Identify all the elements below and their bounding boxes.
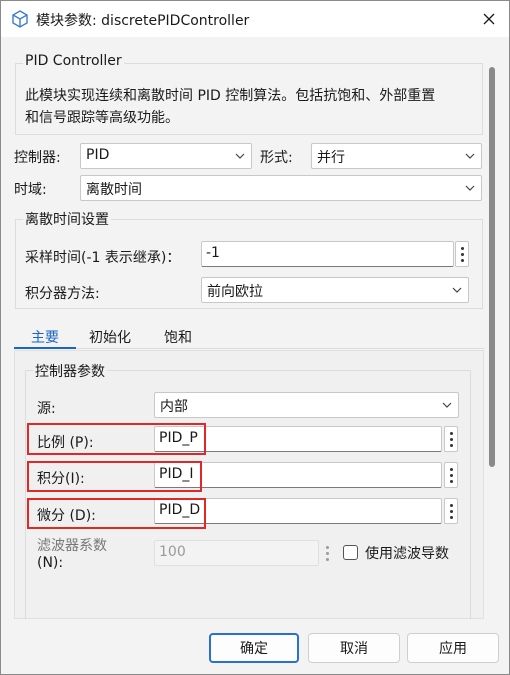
window-title: 模块参数: discretePIDController	[36, 13, 250, 29]
dialog-content: PID Controller 此模块实现连续和离散时间 PID 控制算法。包括抗…	[1, 37, 509, 619]
ok-button[interactable]: 确定	[209, 633, 299, 663]
sample-time-more-button[interactable]	[455, 241, 469, 267]
description-line-1: 此模块实现连续和离散时间 PID 控制算法。包括抗饱和、外部重置	[25, 88, 436, 104]
chevron-down-icon	[465, 185, 475, 191]
integrator-method-select[interactable]: 前向欧拉	[201, 277, 469, 303]
form-value: 并行	[317, 150, 345, 166]
source-value: 内部	[160, 399, 188, 415]
controller-params-legend: 控制器参数	[33, 361, 107, 381]
chevron-down-icon	[452, 287, 462, 293]
title-bar: 模块参数: discretePIDController	[1, 1, 509, 37]
integral-more-button[interactable]	[444, 462, 458, 488]
block-parameters-dialog: 模块参数: discretePIDController PID Controll…	[0, 0, 510, 675]
dialog-footer: 确定 取消 应用	[1, 619, 509, 674]
filter-coefficient-more-button[interactable]	[320, 540, 334, 566]
vertical-scrollbar[interactable]	[489, 67, 495, 467]
chevron-down-icon	[465, 153, 475, 159]
active-tab-indicator	[14, 347, 76, 349]
tab-initialization[interactable]: 初始化	[89, 327, 131, 347]
description-line-2: 和信号跟踪等高级功能。	[25, 110, 179, 126]
close-icon	[483, 13, 495, 25]
cube-icon	[12, 10, 28, 28]
discrete-settings-legend: 离散时间设置	[23, 209, 111, 229]
time-domain-label: 时域:	[14, 182, 47, 198]
proportional-highlight-box	[27, 423, 206, 455]
filter-coefficient-value: 100	[159, 544, 186, 560]
chevron-down-icon	[235, 153, 245, 159]
filter-coefficient-label-line-2: (N):	[37, 555, 64, 571]
integrator-method-label: 积分器方法:	[25, 286, 100, 302]
use-filter-derivative-label: 使用滤波导数	[365, 546, 449, 562]
controller-label: 控制器:	[14, 150, 61, 166]
sample-time-input[interactable]: -1	[201, 241, 454, 267]
time-domain-select[interactable]: 离散时间	[80, 175, 482, 201]
apply-button[interactable]: 应用	[407, 633, 499, 663]
derivative-more-button[interactable]	[444, 498, 458, 524]
cancel-button[interactable]: 取消	[308, 633, 400, 663]
tab-saturation[interactable]: 饱和	[164, 327, 192, 347]
form-select[interactable]: 并行	[311, 143, 482, 169]
close-button[interactable]	[469, 1, 509, 37]
sample-time-value: -1	[206, 245, 220, 261]
source-select[interactable]: 内部	[154, 392, 459, 418]
use-filter-derivative-checkbox[interactable]	[343, 545, 358, 560]
integrator-method-value: 前向欧拉	[207, 284, 263, 300]
filter-coefficient-label-line-1: 滤波器系数	[37, 538, 107, 554]
filter-coefficient-input[interactable]: 100	[154, 540, 319, 566]
sample-time-label: 采样时间(-1 表示继承)：	[25, 250, 181, 266]
time-domain-value: 离散时间	[86, 182, 142, 198]
tab-main[interactable]: 主要	[31, 327, 59, 347]
tab-strip-divider	[14, 348, 484, 349]
proportional-more-button[interactable]	[444, 426, 458, 452]
form-label: 形式:	[260, 150, 293, 166]
controller-select[interactable]: PID	[80, 143, 252, 169]
controller-value: PID	[86, 147, 110, 163]
integral-highlight-box	[27, 461, 202, 492]
source-label: 源:	[37, 401, 56, 417]
derivative-highlight-box	[27, 498, 206, 529]
chevron-down-icon	[442, 402, 452, 408]
description-legend: PID Controller	[23, 53, 124, 69]
